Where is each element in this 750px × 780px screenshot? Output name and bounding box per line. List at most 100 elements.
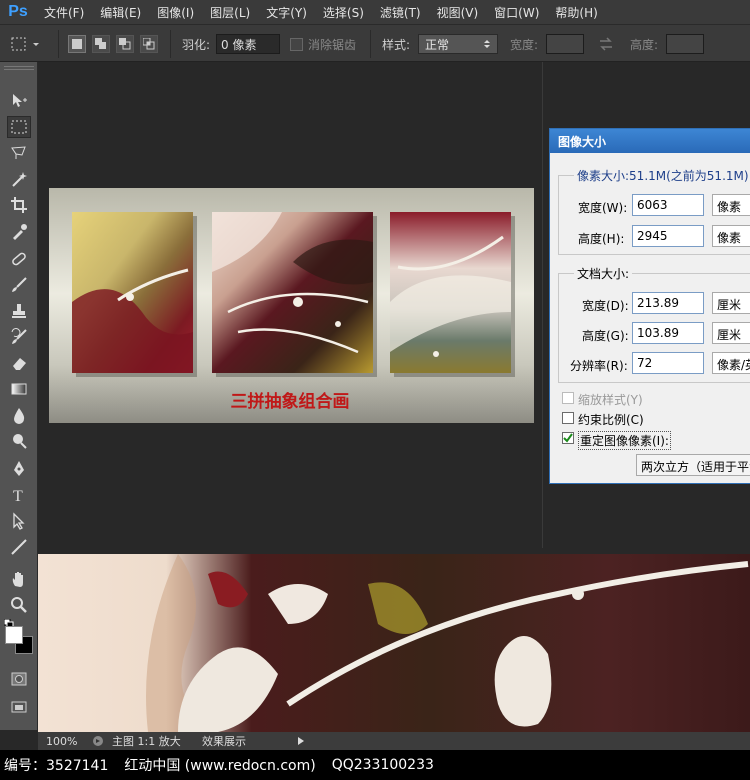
dodge-icon bbox=[13, 434, 27, 449]
document-info-text-2: 效果展示 bbox=[202, 735, 246, 748]
pixel-width-unit-select[interactable]: 像素 bbox=[712, 194, 750, 216]
move-tool[interactable] bbox=[7, 90, 31, 112]
detail-document[interactable] bbox=[38, 554, 750, 732]
options-bar: 羽化: 0 像素 消除锯齿 样式: 正常 宽度: 高度: bbox=[0, 24, 750, 62]
healing-brush-tool[interactable] bbox=[7, 248, 31, 270]
arrow-pointer-icon bbox=[13, 512, 25, 530]
select-arrows-icon bbox=[484, 40, 490, 48]
image-size-dialog: 图像大小 像素大小:51.1M(之前为51.1M) 宽度(W): 6063 像素… bbox=[549, 128, 750, 484]
doc-width-label: 宽度(D): bbox=[582, 299, 629, 313]
menu-type[interactable]: 文字(Y) bbox=[258, 4, 315, 21]
painting-panel-right bbox=[390, 212, 511, 373]
stamp-icon bbox=[12, 304, 26, 318]
quick-mask-button[interactable] bbox=[7, 668, 31, 690]
menu-view[interactable]: 视图(V) bbox=[429, 4, 487, 21]
constrain-proportions-checkbox[interactable] bbox=[562, 412, 574, 424]
subtract-selection-button[interactable] bbox=[116, 35, 134, 53]
blur-tool[interactable] bbox=[7, 404, 31, 426]
height-input[interactable] bbox=[666, 34, 704, 54]
swap-icon[interactable] bbox=[598, 37, 614, 51]
crop-tool[interactable] bbox=[7, 194, 31, 216]
pixel-height-unit-select[interactable]: 像素 bbox=[712, 225, 750, 247]
lasso-tool[interactable] bbox=[7, 142, 31, 164]
menu-edit[interactable]: 编辑(E) bbox=[92, 4, 149, 21]
move-icon bbox=[13, 94, 27, 107]
doc-width-unit-select[interactable]: 厘米 bbox=[712, 292, 750, 314]
doc-height-label: 高度(G): bbox=[582, 329, 629, 343]
add-selection-icon bbox=[95, 38, 106, 49]
pen-tool[interactable] bbox=[7, 458, 31, 480]
hand-tool[interactable] bbox=[7, 568, 31, 590]
menu-select[interactable]: 选择(S) bbox=[315, 4, 372, 21]
dodge-tool[interactable] bbox=[7, 430, 31, 452]
zoom-tool[interactable] bbox=[7, 594, 31, 616]
divider bbox=[58, 30, 59, 58]
resample-checkbox[interactable] bbox=[562, 432, 574, 444]
intersect-selection-button[interactable] bbox=[140, 35, 158, 53]
dialog-title[interactable]: 图像大小 bbox=[550, 129, 750, 153]
path-selection-tool[interactable] bbox=[7, 510, 31, 532]
magnifier-icon bbox=[11, 597, 27, 613]
history-brush-icon bbox=[11, 328, 27, 344]
tool-preset-picker[interactable] bbox=[8, 25, 42, 63]
marquee-tool[interactable] bbox=[7, 116, 31, 138]
subtract-selection-icon bbox=[119, 38, 131, 50]
eraser-tool[interactable] bbox=[7, 352, 31, 374]
bandage-icon bbox=[12, 252, 26, 266]
menu-filter[interactable]: 滤镜(T) bbox=[372, 4, 429, 21]
feather-label: 羽化: bbox=[182, 37, 211, 52]
quick-mask-icon bbox=[11, 672, 27, 686]
doc-height-unit-select[interactable]: 厘米 bbox=[712, 322, 750, 344]
pen-icon bbox=[14, 461, 24, 476]
type-tool[interactable]: T bbox=[7, 484, 31, 506]
pixel-height-input[interactable]: 2945 bbox=[632, 225, 704, 247]
divider bbox=[170, 30, 171, 58]
panel-grip[interactable] bbox=[4, 66, 34, 70]
add-selection-button[interactable] bbox=[92, 35, 110, 53]
resolution-unit-select[interactable]: 像素/英寸 bbox=[712, 352, 750, 374]
menu-window[interactable]: 窗口(W) bbox=[486, 4, 547, 21]
doc-height-input[interactable]: 103.89 bbox=[632, 322, 704, 344]
screen-mode-button[interactable] bbox=[7, 696, 31, 718]
footer-qq: QQ233100233 bbox=[331, 757, 434, 773]
antialias-label: 消除锯齿 bbox=[308, 37, 357, 52]
rectangular-marquee-icon bbox=[11, 120, 27, 134]
height-label: 高度: bbox=[630, 37, 659, 52]
doc-width-input[interactable]: 213.89 bbox=[632, 292, 704, 314]
resample-method-select[interactable]: 两次立方（适用于平滑渐变） bbox=[636, 454, 750, 476]
document-info-icon[interactable] bbox=[92, 735, 104, 747]
detail-canvas[interactable] bbox=[38, 554, 750, 732]
scale-styles-checkbox[interactable] bbox=[562, 392, 574, 404]
menu-layer[interactable]: 图层(L) bbox=[202, 4, 258, 21]
pixel-width-input[interactable]: 6063 bbox=[632, 194, 704, 216]
line-tool[interactable] bbox=[7, 536, 31, 558]
eyedropper-tool[interactable] bbox=[7, 220, 31, 242]
eraser-icon bbox=[13, 358, 26, 370]
divider bbox=[370, 30, 371, 58]
width-label: 宽度: bbox=[510, 37, 539, 52]
brush-tool[interactable] bbox=[7, 274, 31, 296]
gradient-tool[interactable] bbox=[7, 378, 31, 400]
menu-image[interactable]: 图像(I) bbox=[149, 4, 202, 21]
menu-help[interactable]: 帮助(H) bbox=[547, 4, 605, 21]
menu-file[interactable]: 文件(F) bbox=[36, 4, 92, 21]
pixel-dimensions-legend: 像素大小:51.1M(之前为51.1M) bbox=[574, 167, 750, 184]
drop-icon bbox=[14, 408, 25, 424]
width-input[interactable] bbox=[546, 34, 584, 54]
zoom-level[interactable]: 100% bbox=[46, 735, 92, 748]
history-brush-tool[interactable] bbox=[7, 326, 31, 348]
feather-input[interactable]: 0 像素 bbox=[216, 34, 280, 54]
type-icon: T bbox=[13, 488, 23, 504]
style-label: 样式: bbox=[382, 37, 411, 52]
style-select[interactable]: 正常 bbox=[418, 34, 498, 54]
new-selection-button[interactable] bbox=[68, 35, 86, 53]
style-select-value: 正常 bbox=[425, 37, 450, 52]
magic-wand-tool[interactable] bbox=[7, 168, 31, 190]
resolution-input[interactable]: 72 bbox=[632, 352, 704, 374]
pixel-height-label: 高度(H): bbox=[578, 232, 625, 246]
status-menu-arrow-icon[interactable] bbox=[296, 736, 306, 746]
clone-stamp-tool[interactable] bbox=[7, 300, 31, 322]
antialias-checkbox[interactable] bbox=[290, 37, 303, 51]
foreground-color-swatch[interactable] bbox=[5, 626, 23, 644]
painting-panel-left bbox=[72, 212, 193, 373]
